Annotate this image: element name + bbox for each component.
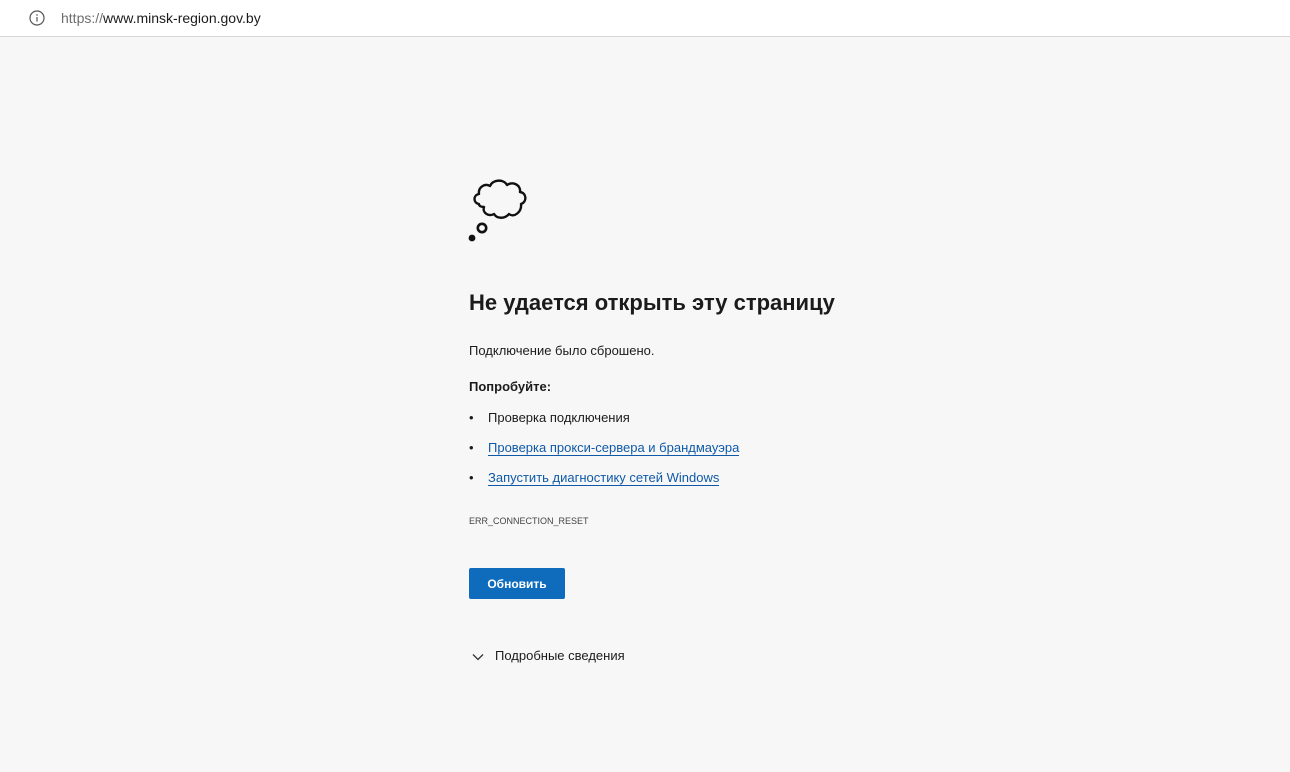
- bullet: •: [469, 410, 474, 425]
- thought-cloud-icon: [467, 172, 539, 244]
- address-bar: https://www.minsk-region.gov.by: [0, 0, 1290, 37]
- url-field[interactable]: https://www.minsk-region.gov.by: [12, 4, 1290, 32]
- error-code: ERR_CONNECTION_RESET: [469, 516, 589, 526]
- refresh-button[interactable]: Обновить: [469, 568, 565, 599]
- suggestion-item: • Запустить диагностику сетей Windows: [469, 470, 739, 500]
- suggestion-check-connection: Проверка подключения: [488, 410, 630, 425]
- url-scheme: https://: [61, 10, 104, 26]
- url-text[interactable]: https://www.minsk-region.gov.by: [61, 10, 261, 26]
- url-host: www.minsk-region.gov.by: [103, 10, 261, 26]
- error-message: Подключение было сброшено.: [469, 343, 655, 358]
- chevron-down-icon: [471, 650, 485, 664]
- suggestion-item: • Проверка прокси-сервера и брандмауэра: [469, 440, 740, 470]
- suggestion-network-diagnostics-link[interactable]: Запустить диагностику сетей Windows: [488, 470, 720, 486]
- suggestion-proxy-firewall-link[interactable]: Проверка прокси-сервера и брандмауэра: [488, 440, 740, 456]
- info-icon[interactable]: [29, 10, 45, 26]
- try-heading: Попробуйте:: [469, 379, 552, 394]
- suggestion-item: • Проверка подключения: [469, 410, 739, 440]
- bullet: •: [469, 440, 474, 455]
- page-title: Не удается открыть эту страницу: [469, 290, 835, 315]
- bullet: •: [469, 470, 474, 485]
- details-label: Подробные сведения: [495, 648, 625, 663]
- suggestion-list: • Проверка подключения • Проверка прокси…: [469, 410, 740, 500]
